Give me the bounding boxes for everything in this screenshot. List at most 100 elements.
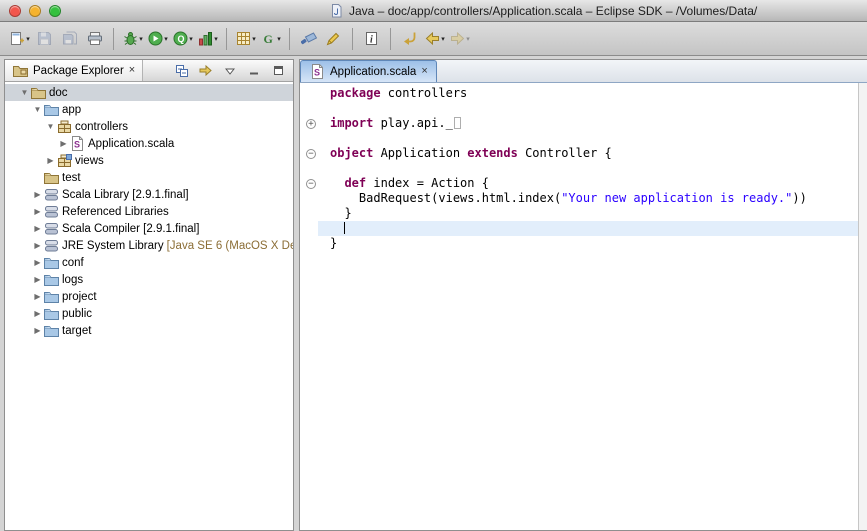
fold-collapse-icon[interactable]: − <box>306 149 316 159</box>
link-with-editor-button[interactable] <box>198 63 214 79</box>
collapse-arrow-icon[interactable]: ▼ <box>45 122 56 131</box>
fold-margin-cell[interactable]: + <box>300 116 318 131</box>
package-explorer-tree: ▼doc▼app▼controllers▶SApplication.scala▶… <box>5 82 293 530</box>
fold-collapse-icon[interactable]: − <box>306 179 316 189</box>
window-titlebar[interactable]: Java – doc/app/controllers/Application.s… <box>0 0 867 22</box>
tree-item-scala-library-2-9-1-final[interactable]: ▶Scala Library [2.9.1.final] <box>5 186 293 203</box>
code-lines[interactable]: package controllers +import play.api._ −ob… <box>300 83 858 530</box>
coverage-button[interactable]: ▾ <box>195 26 220 52</box>
expand-arrow-icon[interactable]: ▶ <box>58 139 69 148</box>
tree-item-app[interactable]: ▼app <box>5 101 293 118</box>
scala-file-icon: S <box>69 136 85 152</box>
code-line-1[interactable]: package controllers <box>300 86 858 101</box>
code-line-8[interactable]: BadRequest(views.html.index("Your new ap… <box>300 191 858 206</box>
expand-arrow-icon[interactable]: ▶ <box>45 156 56 165</box>
print-icon <box>87 31 103 47</box>
code-line-4[interactable] <box>300 131 858 146</box>
svg-text:S: S <box>74 140 80 150</box>
expand-arrow-icon[interactable]: ▶ <box>32 190 43 199</box>
debug-dropdown-arrow-icon[interactable]: ▾ <box>139 35 143 43</box>
new-wizard-dropdown-arrow-icon[interactable]: ▾ <box>26 35 30 43</box>
tree-item-doc[interactable]: ▼doc <box>5 84 293 101</box>
tree-item-target[interactable]: ▶target <box>5 322 293 339</box>
save-button[interactable] <box>32 26 57 52</box>
overview-ruler[interactable] <box>858 83 867 530</box>
code-line-7[interactable]: − def index = Action { <box>300 176 858 191</box>
fold-margin-cell[interactable]: − <box>300 176 318 191</box>
expand-arrow-icon[interactable]: ▶ <box>32 258 43 267</box>
forward-dropdown-arrow-icon[interactable]: ▾ <box>466 35 470 43</box>
expand-arrow-icon[interactable]: ▶ <box>32 241 43 250</box>
code-line-5[interactable]: −object Application extends Controller { <box>300 146 858 161</box>
tree-item-public[interactable]: ▶public <box>5 305 293 322</box>
info-button[interactable]: i <box>359 26 384 52</box>
tree-item-jre-system-library[interactable]: ▶JRE System Library[Java SE 6 (MacOS X D… <box>5 237 293 254</box>
tree-item-views[interactable]: ▶views <box>5 152 293 169</box>
new-java-project-button[interactable]: ▾ <box>233 26 258 52</box>
tree-item-conf[interactable]: ▶conf <box>5 254 293 271</box>
code-line-10[interactable] <box>300 221 858 236</box>
back-dropdown-arrow-icon[interactable]: ▾ <box>441 35 445 43</box>
external-tools-dropdown-arrow-icon[interactable]: ▾ <box>189 35 193 43</box>
zoom-window-button[interactable] <box>49 5 61 17</box>
close-window-button[interactable] <box>9 5 21 17</box>
collapse-arrow-icon[interactable]: ▼ <box>32 105 43 114</box>
plugin-g-dropdown-arrow-icon[interactable]: ▾ <box>277 35 281 43</box>
save-icon <box>37 31 53 47</box>
external-tools-button[interactable]: Q▾ <box>170 26 195 52</box>
expand-arrow-icon[interactable]: ▶ <box>32 292 43 301</box>
tree-item-label: Scala Compiler [2.9.1.final] <box>62 223 199 235</box>
coverage-dropdown-arrow-icon[interactable]: ▾ <box>214 35 218 43</box>
close-view-icon[interactable]: × <box>129 65 135 76</box>
code-line-3[interactable]: +import play.api._ <box>300 116 858 131</box>
expand-arrow-icon[interactable]: ▶ <box>32 326 43 335</box>
tree-item-controllers[interactable]: ▼controllers <box>5 118 293 135</box>
window-title-icon <box>328 3 344 19</box>
editor-tab-application-scala[interactable]: S Application.scala × <box>300 60 437 82</box>
tree-item-decoration: [Java SE 6 (MacOS X Def <box>167 240 293 252</box>
forward-button[interactable]: ▾ <box>447 26 472 52</box>
last-edit-location-button[interactable] <box>397 26 422 52</box>
plugin-g-button[interactable]: G▾ <box>258 26 283 52</box>
tree-item-application-scala[interactable]: ▶SApplication.scala <box>5 135 293 152</box>
print-button[interactable] <box>82 26 107 52</box>
debug-button[interactable]: ▾ <box>120 26 145 52</box>
tree-item-test[interactable]: test <box>5 169 293 186</box>
run-button[interactable]: ▾ <box>145 26 170 52</box>
package-explorer-tab-label: Package Explorer <box>33 65 124 77</box>
new-wizard-button[interactable]: ▾ <box>7 26 32 52</box>
coverage-icon <box>197 31 213 47</box>
close-tab-icon[interactable]: × <box>421 66 427 77</box>
collapse-arrow-icon[interactable]: ▼ <box>19 88 30 97</box>
fold-expand-icon[interactable]: + <box>306 119 316 129</box>
back-button[interactable]: ▾ <box>422 26 447 52</box>
run-dropdown-arrow-icon[interactable]: ▾ <box>164 35 168 43</box>
minimize-button[interactable] <box>246 63 262 79</box>
collapse-all-button[interactable] <box>174 63 190 79</box>
fold-margin-cell <box>300 161 318 176</box>
code-line-11[interactable]: } <box>300 236 858 251</box>
new-java-project-dropdown-arrow-icon[interactable]: ▾ <box>252 35 256 43</box>
code-token: } <box>330 236 337 250</box>
tree-item-project[interactable]: ▶project <box>5 288 293 305</box>
maximize-button[interactable] <box>270 63 286 79</box>
expand-arrow-icon[interactable]: ▶ <box>32 224 43 233</box>
view-menu-button[interactable] <box>222 63 238 79</box>
save-all-button[interactable] <box>57 26 82 52</box>
tree-item-scala-compiler-2-9-1-final[interactable]: ▶ Scala Compiler [2.9.1.final] <box>5 220 293 237</box>
search-button[interactable] <box>296 26 321 52</box>
package-explorer-icon <box>12 63 28 79</box>
tree-item-referenced-libraries[interactable]: ▶Referenced Libraries <box>5 203 293 220</box>
expand-arrow-icon[interactable]: ▶ <box>32 207 43 216</box>
expand-arrow-icon[interactable]: ▶ <box>32 309 43 318</box>
tree-item-logs[interactable]: ▶logs <box>5 271 293 288</box>
package-explorer-tab[interactable]: Package Explorer × <box>5 60 143 81</box>
code-line-2[interactable] <box>300 101 858 116</box>
mark-occurrences-button[interactable] <box>321 26 346 52</box>
code-line-9[interactable]: } <box>300 206 858 221</box>
minimize-window-button[interactable] <box>29 5 41 17</box>
new-java-project-icon <box>235 31 251 47</box>
expand-arrow-icon[interactable]: ▶ <box>32 275 43 284</box>
code-line-6[interactable] <box>300 161 858 176</box>
fold-margin-cell[interactable]: − <box>300 146 318 161</box>
